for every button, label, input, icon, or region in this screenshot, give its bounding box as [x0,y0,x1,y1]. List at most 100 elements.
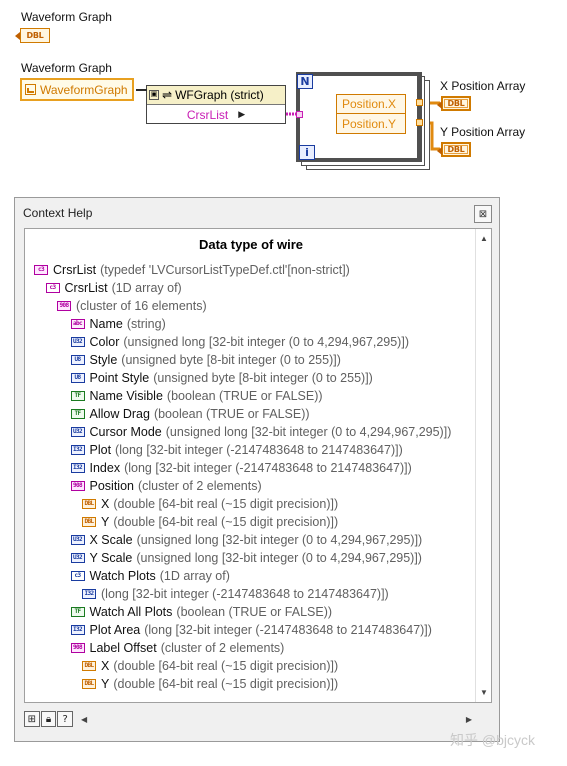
i32-type-icon: I32 [70,625,85,635]
tree-row: c3 Watch Plots (1D array of) [70,567,230,585]
arr-b-type-icon: c3 [70,571,85,581]
tree-row: 908 Position (cluster of 2 elements) [70,477,262,495]
element-name: Watch All Plots [89,605,173,619]
tree-row: DBL Y (double [64-bit real (~15 digit prec… [82,675,338,693]
loop-index-terminal[interactable]: i [299,145,315,160]
tree-row: U8 Style (unsigned byte [8-bit integer (0 … [70,351,341,369]
context-help-pane[interactable]: Data type of wire c3 CrsrList (typedef 'LV… [24,228,492,703]
bool-type-icon: TF [70,607,85,617]
element-type-description: (long [32-bit integer (-2147483648 to 21… [144,623,432,637]
tree-row: I32 (long [32-bit integer (-2147483648 to… [82,585,389,603]
dbl-type-icon: DBL [82,679,96,689]
element-type-description: (double [64-bit real (~15 digit precisio… [113,515,339,529]
element-name: Name Visible [89,389,163,403]
element-type-description: (unsigned long [32-bit integer (0 to 4,2… [165,425,452,439]
tree-row: I32 Plot (long [32-bit integer (-214748364… [70,441,403,459]
tree-row: DBL X (double [64-bit real (~15 digit prec… [82,657,338,675]
x-output-tunnel[interactable] [416,99,423,106]
tree-row: U32 Cursor Mode (unsigned long [32-bit int… [70,423,452,441]
element-name: Cursor Mode [89,425,162,439]
u8-type-icon: U8 [70,355,85,365]
element-name: CrsrList [53,263,97,277]
context-help-window: Context Help ⊠ Data type of wire c3 CrsrL… [14,197,500,742]
y-position-array-indicator[interactable]: DBL [437,142,471,157]
tree-row: U8 Point Style (unsigned byte [8-bit integ… [70,369,373,387]
indicator-arrow-icon [437,101,442,109]
scroll-left-icon[interactable]: ◀ [81,715,87,724]
element-type-description: (cluster of 2 elements) [160,641,285,655]
close-icon[interactable]: ⊠ [474,205,492,223]
element-type-description: (double [64-bit real (~15 digit precisio… [113,497,339,511]
element-type-description: (unsigned long [32-bit integer (0 to 4,2… [136,533,423,547]
element-name: Position [89,479,134,493]
i32-type-icon: I32 [70,463,85,473]
x-output-label: X Position Array [440,79,526,93]
element-type-description: (boolean (TRUE or FALSE)) [166,389,323,403]
bool-type-icon: TF [70,409,85,419]
lock-icon[interactable]: 🔒︎ [40,711,57,727]
element-type-description: (boolean (TRUE or FALSE)) [153,407,310,421]
input-tunnel[interactable] [296,111,303,118]
element-type-description: (double [64-bit real (~15 digit precisio… [113,659,339,673]
indicator-arrow-icon [437,147,442,155]
arr-type-icon: c3 [45,283,60,293]
element-name: Plot Area [89,623,141,637]
tree-row: c3 CrsrList (typedef 'LVCursorListTypeDef.… [34,261,350,279]
dbl-type-icon: DBL [82,517,96,527]
tree-row: I32 Plot Area (long [32-bit integer (-2147… [70,621,432,639]
element-name: Index [89,461,121,475]
tree-row: TF Watch All Plots (boolean (TRUE or FALSE… [70,603,333,621]
u8-type-icon: U8 [70,373,85,383]
element-type-description: (boolean (TRUE or FALSE)) [176,605,333,619]
clu-type-icon: 908 [70,643,85,653]
element-name: Label Offset [89,641,157,655]
element-name: Watch Plots [89,569,156,583]
u32-type-icon: U32 [70,337,85,347]
element-type-description: (long [32-bit integer (-2147483648 to 21… [124,461,412,475]
element-type-description: (1D array of) [159,569,230,583]
tree-row: DBL Y (double [64-bit real (~15 digit prec… [82,513,338,531]
element-name: Plot [89,443,112,457]
u32-type-icon: U32 [70,553,85,563]
help-icon[interactable]: ? [57,711,74,727]
scroll-down-icon[interactable]: ▼ [480,688,488,697]
u32-type-icon: U32 [70,535,85,545]
tree-row: TF Allow Drag (boolean (TRUE or FALSE)) [70,405,310,423]
vertical-scrollbar[interactable]: ▲ ▼ [475,229,491,702]
element-type-description: (string) [126,317,166,331]
element-name: X [101,659,110,673]
clu-type-icon: c3 [34,265,48,275]
element-type-description: (typedef 'LVCursorListTypeDef.ctl'[non-s… [100,263,350,277]
y-output-tunnel[interactable] [416,119,423,126]
horizontal-scrollbar[interactable]: ◀ ▶ [81,709,492,731]
element-type-description: (unsigned byte [8-bit integer (0 to 255)… [153,371,373,385]
tree-row: U32 Y Scale (unsigned long [32-bit integer… [70,549,422,567]
element-name: Y [101,677,110,691]
tree-row: U32 Color (unsigned long [32-bit integer (… [70,333,409,351]
loop-count-terminal[interactable]: N [297,74,313,89]
element-type-description: (unsigned long [32-bit integer (0 to 4,2… [123,335,409,349]
element-name: X Scale [89,533,133,547]
unbundle-field-x[interactable]: Position.X [337,95,405,114]
wires [136,89,440,151]
element-type-description: (unsigned byte [8-bit integer (0 to 255)… [121,353,341,367]
unbundle-field-y[interactable]: Position.Y [337,114,405,133]
y-indicator-type: DBL [447,145,465,154]
element-type-description: (cluster of 16 elements) [76,299,207,313]
bool-type-icon: TF [70,391,85,401]
tree-row: c3 CrsrList (1D array of) [45,279,182,297]
scroll-up-icon[interactable]: ▲ [480,234,488,243]
element-name: Point Style [89,371,150,385]
element-name: CrsrList [64,281,108,295]
x-position-array-indicator[interactable]: DBL [437,96,471,111]
block-diagram-icon[interactable]: ⊞ [24,711,40,727]
element-name: X [101,497,110,511]
tree-row: DBL X (double [64-bit real (~15 digit prec… [82,495,338,513]
dbl-type-icon: DBL [82,661,96,671]
context-help-title: Context Help [23,206,93,220]
unbundle-by-name[interactable]: Position.X Position.Y [336,94,406,134]
element-type-description: (long [32-bit integer (-2147483648 to 21… [115,443,403,457]
y-output-label: Y Position Array [440,125,526,139]
element-name: Style [89,353,118,367]
scroll-right-icon[interactable]: ▶ [466,715,472,724]
